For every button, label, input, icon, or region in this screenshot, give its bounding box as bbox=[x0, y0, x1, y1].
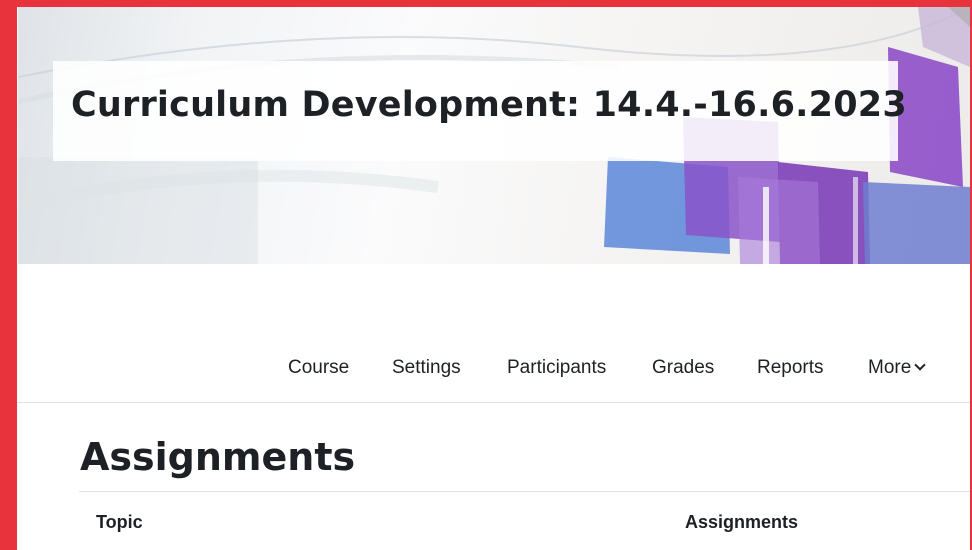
nav-settings[interactable]: Settings bbox=[392, 357, 461, 379]
nav-more-dropdown[interactable]: More bbox=[868, 357, 926, 379]
column-header-topic[interactable]: Topic bbox=[96, 512, 143, 533]
course-navigation: Course Settings Participants Grades Repo… bbox=[17, 347, 970, 403]
divider bbox=[79, 491, 970, 492]
nav-reports[interactable]: Reports bbox=[757, 357, 824, 379]
chevron-down-icon bbox=[914, 359, 926, 371]
nav-participants[interactable]: Participants bbox=[507, 357, 606, 379]
course-title-box: Curriculum Development: 14.4.-16.6.2023 bbox=[53, 61, 907, 161]
course-title: Curriculum Development: 14.4.-16.6.2023 bbox=[71, 85, 907, 125]
course-header-banner: Curriculum Development: 14.4.-16.6.2023 bbox=[18, 7, 970, 264]
nav-grades[interactable]: Grades bbox=[652, 357, 714, 379]
page-content: Curriculum Development: 14.4.-16.6.2023 … bbox=[17, 7, 970, 550]
nav-more-label: More bbox=[868, 357, 912, 378]
column-header-assignments[interactable]: Assignments bbox=[685, 512, 798, 533]
page-title: Assignments bbox=[80, 435, 356, 479]
nav-course[interactable]: Course bbox=[288, 357, 349, 379]
